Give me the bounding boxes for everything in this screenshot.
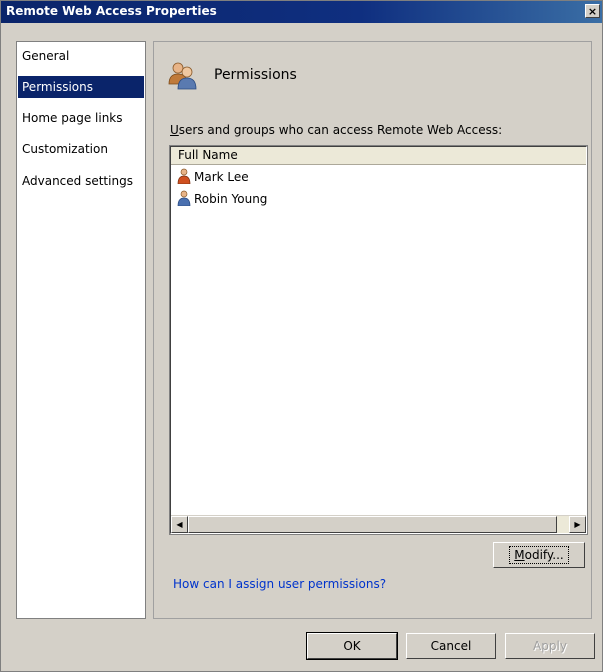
column-header-full-name[interactable]: Full Name <box>171 147 586 165</box>
user-row[interactable]: Mark Lee <box>177 167 249 187</box>
scroll-right-button[interactable]: ▶ <box>569 516 586 533</box>
nav-item-permissions[interactable]: Permissions <box>18 76 144 98</box>
properties-dialog: Remote Web Access Properties × General P… <box>0 0 603 672</box>
modify-button[interactable]: Modify... <box>493 542 585 568</box>
user-admin-icon <box>177 168 191 184</box>
arrow-right-icon: ▶ <box>574 520 581 529</box>
title-bar: Remote Web Access Properties × <box>1 1 602 23</box>
user-icon <box>177 190 191 206</box>
help-link[interactable]: How can I assign user permissions? <box>173 577 386 591</box>
user-name: Mark Lee <box>194 170 249 184</box>
apply-button[interactable]: Apply <box>505 633 595 659</box>
users-group-icon <box>168 62 197 90</box>
arrow-left-icon: ◀ <box>176 520 183 529</box>
scroll-left-button[interactable]: ◀ <box>171 516 188 533</box>
category-list: General Permissions Home page links Cust… <box>16 41 146 619</box>
nav-item-advanced-settings[interactable]: Advanced settings <box>18 170 144 192</box>
ok-button[interactable]: OK <box>306 632 398 660</box>
users-listview[interactable]: Full Name Mark Lee Robin Young ◀ ▶ <box>169 145 588 535</box>
window-title: Remote Web Access Properties <box>6 4 217 18</box>
scroll-thumb[interactable] <box>188 516 557 533</box>
close-button[interactable]: × <box>585 4 600 18</box>
nav-item-general[interactable]: General <box>18 45 144 67</box>
user-name: Robin Young <box>194 192 268 206</box>
permissions-panel: Permissions Users and groups who can acc… <box>153 41 592 619</box>
close-icon: × <box>587 5 598 18</box>
user-row[interactable]: Robin Young <box>177 189 267 209</box>
section-title: Permissions <box>214 67 297 83</box>
nav-item-customization[interactable]: Customization <box>18 138 144 160</box>
nav-item-home-page-links[interactable]: Home page links <box>18 107 144 129</box>
cancel-button[interactable]: Cancel <box>406 633 496 659</box>
users-list-label: Users and groups who can access Remote W… <box>170 123 503 137</box>
horizontal-scrollbar[interactable]: ◀ ▶ <box>171 515 586 533</box>
